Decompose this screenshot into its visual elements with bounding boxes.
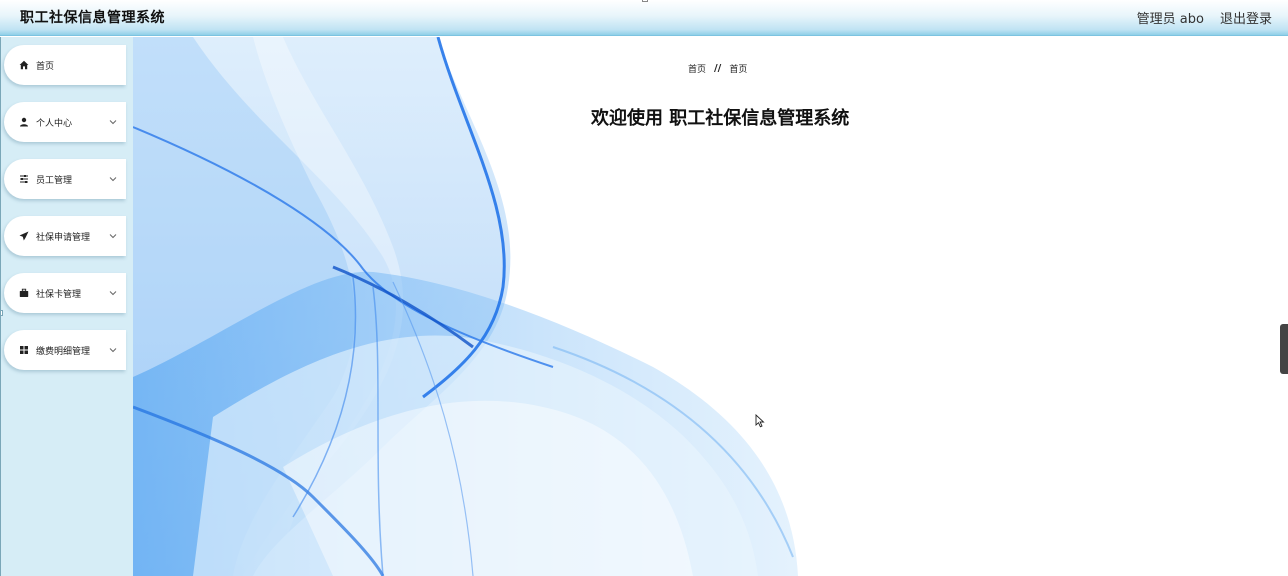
sidebar-item-employee-management[interactable]: 员工管理	[4, 159, 126, 199]
chevron-down-icon	[108, 117, 118, 127]
home-icon	[18, 59, 30, 71]
breadcrumb-separator: //	[714, 63, 722, 74]
briefcase-icon	[18, 287, 30, 299]
grid-icon	[18, 344, 30, 356]
sidebar-item-personal-center[interactable]: 个人中心	[4, 102, 126, 142]
sidebar-item-label: 个人中心	[36, 118, 73, 129]
sidebar-item-payment-details[interactable]: 缴费明细管理	[4, 330, 126, 370]
chevron-down-icon	[108, 231, 118, 241]
chevron-down-icon	[108, 174, 118, 184]
sidebar-item-home[interactable]: 首页	[4, 45, 126, 85]
breadcrumb: 首页 // 首页	[688, 62, 747, 75]
sidebar-item-label: 缴费明细管理	[36, 346, 91, 357]
breadcrumb-item-current: 首页	[729, 65, 748, 75]
welcome-heading: 欢迎使用 职工社保信息管理系统	[591, 108, 850, 129]
mouse-cursor-icon	[755, 414, 765, 428]
logout-link[interactable]: 退出登录	[1220, 8, 1272, 27]
current-user-label: 管理员 abo	[1136, 12, 1204, 27]
sliders-icon	[18, 173, 30, 185]
side-panel-toggle-handle[interactable]	[1280, 324, 1288, 374]
chevron-down-icon	[108, 288, 118, 298]
top-header-bar: 职工社保信息管理系统 管理员 abo 退出登录	[0, 0, 1288, 36]
sidebar-item-label: 员工管理	[36, 175, 73, 186]
sidebar-item-social-security-application[interactable]: 社保申请管理	[4, 216, 126, 256]
sidebar-item-label: 首页	[36, 61, 55, 72]
app-title: 职工社保信息管理系统	[20, 10, 165, 26]
sidebar-item-label: 社保申请管理	[36, 232, 91, 243]
user-icon	[18, 116, 30, 128]
window-resize-handle[interactable]	[642, 0, 648, 2]
sidebar-item-social-security-card[interactable]: 社保卡管理	[4, 273, 126, 313]
left-edge-marker	[0, 310, 3, 316]
send-icon	[18, 230, 30, 242]
main-content: 首页 // 首页 欢迎使用 职工社保信息管理系统	[133, 37, 1288, 576]
header-user-area: 管理员 abo 退出登录	[1137, 8, 1272, 27]
breadcrumb-item-home[interactable]: 首页	[688, 62, 706, 75]
sidebar-item-label: 社保卡管理	[36, 289, 82, 300]
sidebar-border	[0, 37, 1, 576]
chevron-down-icon	[108, 345, 118, 355]
